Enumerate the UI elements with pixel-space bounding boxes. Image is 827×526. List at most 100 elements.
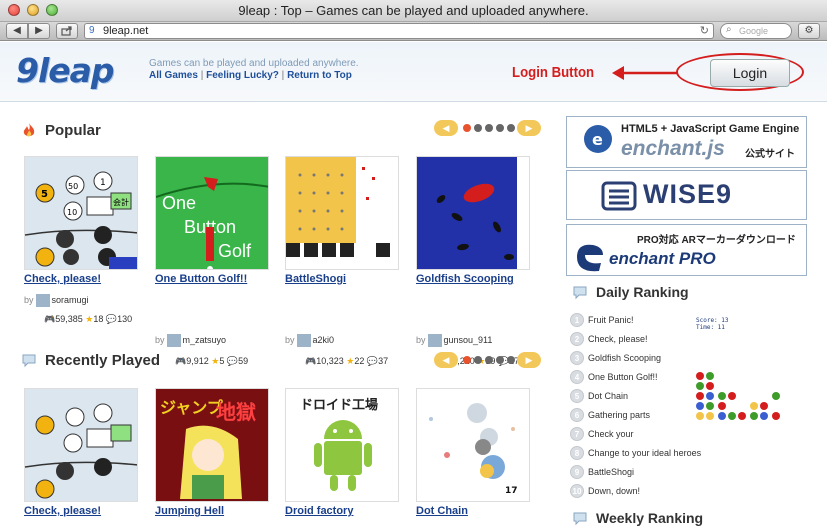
author-name[interactable]: a2ki0 xyxy=(313,335,335,345)
gamepad-icon: 🎮 xyxy=(305,356,317,366)
ranking-label[interactable]: Change to your ideal heroes xyxy=(588,448,701,458)
check-please-thumbnail-art xyxy=(25,389,137,501)
settings-button[interactable]: ⚙ xyxy=(798,23,820,39)
pager-dot[interactable] xyxy=(474,124,482,132)
svg-text:ジャンプ: ジャンプ xyxy=(160,398,224,417)
author-avatar[interactable] xyxy=(296,334,311,347)
dot-chain-thumbnail-art: 17 xyxy=(417,389,529,501)
pager-dot[interactable] xyxy=(463,124,471,132)
ranking-item[interactable]: 2 Check, please! xyxy=(570,332,648,349)
ranking-item[interactable]: 10 Down, down! xyxy=(570,484,640,501)
game-thumbnail[interactable] xyxy=(285,156,399,270)
banner-enchant-pro-name: enchant PRO xyxy=(609,249,716,268)
weekly-ranking-title: Weekly Ranking xyxy=(596,510,704,526)
enchant-js-banner[interactable]: e HTML5 + JavaScript Game Engine enchant… xyxy=(566,116,807,168)
nav-feeling-lucky[interactable]: Feeling Lucky? xyxy=(206,70,279,81)
recent-card-jumping-hell[interactable]: ジャンプ 地獄 Jumping Hell xyxy=(155,388,269,517)
enchant-pro-banner[interactable]: PRO対応 ARマーカーダウンロード enchant PRO xyxy=(566,224,807,276)
pager-dot[interactable] xyxy=(485,356,493,364)
pager-prev-button[interactable]: ◀ xyxy=(434,352,458,368)
author-avatar[interactable] xyxy=(427,334,442,347)
share-button[interactable] xyxy=(56,23,78,39)
flame-icon xyxy=(23,123,35,137)
pager-next-button[interactable]: ▶ xyxy=(517,352,541,368)
back-button[interactable]: ◀ xyxy=(6,23,28,39)
rank-number: 1 xyxy=(570,313,584,327)
ranking-item[interactable]: 1 Fruit Panic! xyxy=(570,313,634,330)
game-card-goldfish-scooping[interactable]: Goldfish Scooping xyxy=(416,156,530,285)
ranking-item[interactable]: 3 Goldfish Scooping xyxy=(570,351,661,368)
banner-official-site: 公式サイト xyxy=(745,149,795,160)
author-name[interactable]: soramugi xyxy=(52,295,89,305)
ranking-label[interactable]: Check your xyxy=(588,429,634,439)
site-favicon-icon: 9 xyxy=(89,25,95,36)
game-thumbnail[interactable]: One Button Golf xyxy=(155,156,269,270)
pager-dot[interactable] xyxy=(474,356,482,364)
rank-number: 9 xyxy=(570,465,584,479)
game-title-link[interactable]: Check, please! xyxy=(24,273,101,285)
ranking-label[interactable]: Goldfish Scooping xyxy=(588,353,661,363)
ranking-label[interactable]: Down, down! xyxy=(588,486,640,496)
ranking-label[interactable]: Gathering parts xyxy=(588,410,650,420)
rank-number: 7 xyxy=(570,427,584,441)
author-name[interactable]: gunsou_911 xyxy=(444,335,493,345)
game-card-check-please[interactable]: 5 50 1 10 会計 Check, please! xyxy=(24,156,138,285)
game-card-battleshogi[interactable]: BattleShogi xyxy=(285,156,399,285)
site-logo[interactable]: 9leap xyxy=(16,51,115,90)
game-thumbnail[interactable]: 17 xyxy=(416,388,530,502)
fruit-panic-preview-image[interactable]: Score: 13 Time: 11 xyxy=(692,314,782,432)
ranking-item[interactable]: 5 Dot Chain xyxy=(570,389,628,406)
game-title-link[interactable]: BattleShogi xyxy=(285,273,346,285)
wise9-banner[interactable]: WISE9 xyxy=(566,170,807,220)
ranking-item[interactable]: 4 One Button Golf!! xyxy=(570,370,658,387)
game-title-link[interactable]: Goldfish Scooping xyxy=(416,273,514,285)
forward-button[interactable]: ▶ xyxy=(28,23,50,39)
pager-dot[interactable] xyxy=(463,356,471,364)
svg-text:50: 50 xyxy=(68,182,78,191)
game-thumbnail[interactable] xyxy=(24,388,138,502)
pager-dot[interactable] xyxy=(496,356,504,364)
speech-bubble-icon xyxy=(573,286,587,300)
pager-dot[interactable] xyxy=(496,124,504,132)
byline-prefix: by xyxy=(416,334,426,345)
reload-icon[interactable]: ↻ xyxy=(700,24,709,37)
author-avatar[interactable] xyxy=(35,294,50,307)
game-thumbnail[interactable]: ドロイド工場 xyxy=(285,388,399,502)
game-title-link[interactable]: Dot Chain xyxy=(416,505,468,517)
ranking-item[interactable]: 8 Change to your ideal heroes xyxy=(570,446,701,463)
pager-next-button[interactable]: ▶ xyxy=(517,120,541,136)
ranking-label[interactable]: Dot Chain xyxy=(588,391,628,401)
game-title-link[interactable]: One Button Golf!! xyxy=(155,273,247,285)
ranking-label[interactable]: One Button Golf!! xyxy=(588,372,658,382)
author-avatar[interactable] xyxy=(166,334,181,347)
search-field[interactable]: ⌕ Google xyxy=(720,23,792,39)
nav-all-games[interactable]: All Games xyxy=(149,70,198,81)
ranking-item[interactable]: 9 BattleShogi xyxy=(570,465,634,482)
ranking-label[interactable]: BattleShogi xyxy=(588,467,634,477)
game-card-one-button-golf[interactable]: One Button Golf One Button Golf!! xyxy=(155,156,269,285)
address-bar[interactable]: 9 9leap.net ↻ xyxy=(84,23,714,39)
star-count: 22 xyxy=(354,356,365,366)
author-name[interactable]: m_zatsuyo xyxy=(183,335,227,345)
pager-dot[interactable] xyxy=(507,124,515,132)
svg-text:17: 17 xyxy=(505,486,518,496)
game-thumbnail[interactable] xyxy=(416,156,530,270)
recent-card-droid-factory[interactable]: ドロイド工場 Droid factory xyxy=(285,388,399,517)
recent-card-dot-chain[interactable]: 17 Dot Chain xyxy=(416,388,530,517)
pager-prev-button[interactable]: ◀ xyxy=(434,120,458,136)
recent-card-check-please[interactable]: Check, please! xyxy=(24,388,138,517)
nav-return-to-top[interactable]: Return to Top xyxy=(287,70,352,81)
game-title-link[interactable]: Droid factory xyxy=(285,505,353,517)
login-button[interactable]: Login xyxy=(710,59,790,87)
rank-number: 5 xyxy=(570,389,584,403)
ranking-label[interactable]: Check, please! xyxy=(588,334,648,344)
game-title-link[interactable]: Jumping Hell xyxy=(155,505,224,517)
ranking-item[interactable]: 7 Check your xyxy=(570,427,634,444)
pager-dot[interactable] xyxy=(507,356,515,364)
ranking-label[interactable]: Fruit Panic! xyxy=(588,315,634,325)
pager-dot[interactable] xyxy=(485,124,493,132)
game-title-link[interactable]: Check, please! xyxy=(24,505,101,517)
game-thumbnail[interactable]: ジャンプ 地獄 xyxy=(155,388,269,502)
game-thumbnail[interactable]: 5 50 1 10 会計 xyxy=(24,156,138,270)
ranking-item[interactable]: 6 Gathering parts xyxy=(570,408,650,425)
